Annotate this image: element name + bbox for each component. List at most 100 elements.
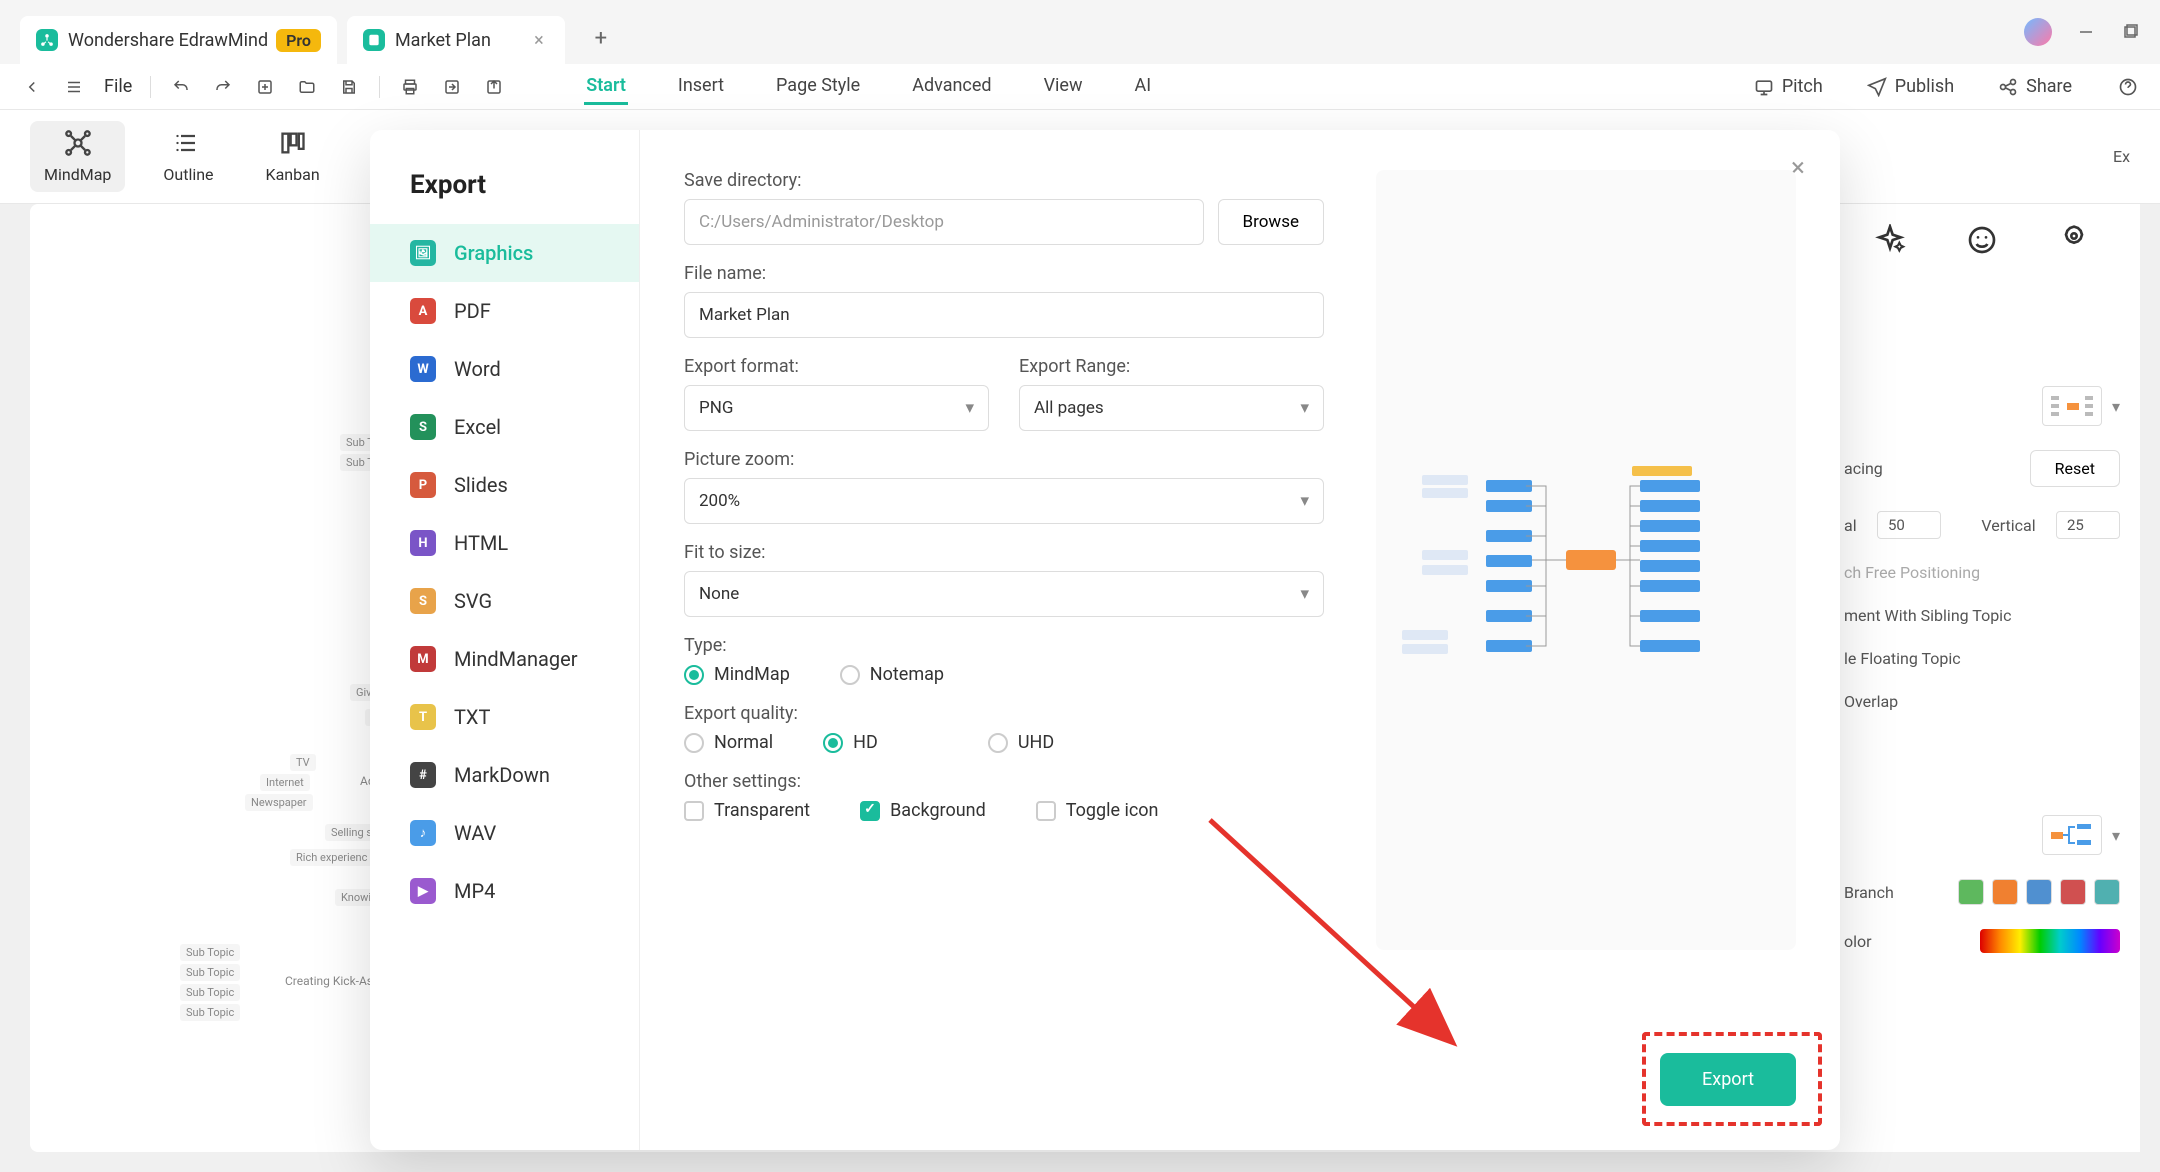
menu-ai[interactable]: AI [1132,69,1153,105]
format-item-svg[interactable]: SSVG [370,572,639,630]
spacing-label: acing [1844,459,1883,478]
format-item-word[interactable]: WWord [370,340,639,398]
document-tab[interactable]: Market Plan × [347,16,565,64]
export-range-select[interactable]: All pages [1019,385,1324,431]
bg-node: Sub Topic [180,1004,240,1021]
bg-node: Newspaper [245,794,313,811]
user-avatar[interactable] [2024,18,2052,46]
layout-thumbnail[interactable] [2042,386,2102,426]
sparkle-icon[interactable] [1874,224,1906,256]
file-menu[interactable]: File [104,76,132,97]
radio-quality-normal[interactable]: Normal [684,732,773,753]
viewmode-kanban[interactable]: Kanban [252,121,334,192]
export-quality-label: Export quality: [684,703,1324,724]
new-icon[interactable] [253,75,277,99]
share-button[interactable]: Share [1998,76,2072,97]
export-format-select[interactable]: PNG [684,385,989,431]
doc-tab-title: Market Plan [395,30,491,51]
format-label: WAV [454,821,496,845]
format-label: MindManager [454,647,578,671]
sibling-topic-label: ment With Sibling Topic [1844,606,2011,625]
browse-button[interactable]: Browse [1218,199,1324,245]
viewmode-outline[interactable]: Outline [149,121,227,192]
menu-page-style[interactable]: Page Style [774,69,862,105]
new-tab-button[interactable]: + [585,22,617,54]
app-tab-title: Wondershare EdrawMind [68,30,268,51]
menu-insert[interactable]: Insert [676,69,726,105]
menu-start[interactable]: Start [584,69,628,105]
vm-mindmap-label: MindMap [44,165,111,184]
bg-node: Rich experienc [290,849,373,866]
fit-to-size-select[interactable]: None [684,571,1324,617]
free-positioning-label: ch Free Positioning [1844,563,1980,582]
export-icon[interactable] [482,75,506,99]
help-icon[interactable] [2116,75,2140,99]
format-item-txt[interactable]: TTXT [370,688,639,746]
picture-zoom-select[interactable]: 200% [684,478,1324,524]
undo-icon[interactable] [169,75,193,99]
smiley-icon[interactable] [1966,224,1998,256]
bg-node: TV [290,754,316,771]
checkbox-background[interactable]: Background [860,800,986,821]
radio-type-notemap[interactable]: Notemap [840,664,944,685]
minimize-icon[interactable] [2076,22,2096,42]
save-directory-input[interactable] [684,199,1204,245]
pro-badge: Pro [276,29,321,52]
viewmode-mindmap[interactable]: MindMap [30,121,125,192]
checkbox-toggle-icon[interactable]: Toggle icon [1036,800,1159,821]
swatch[interactable] [1958,879,1984,905]
app-tab[interactable]: Wondershare EdrawMind Pro [20,16,337,64]
format-item-html[interactable]: HHTML [370,514,639,572]
horizontal-label: al [1844,516,1857,535]
save-icon[interactable] [337,75,361,99]
reset-button[interactable]: Reset [2030,450,2120,487]
swatch[interactable] [2026,879,2052,905]
hamburger-icon[interactable] [62,75,86,99]
vertical-spinbox[interactable]: 25 [2056,511,2120,539]
format-label: Graphics [454,241,533,265]
swatch[interactable] [2094,879,2120,905]
swatch[interactable] [1992,879,2018,905]
branch-style-thumbnail[interactable] [2042,815,2102,855]
format-item-excel[interactable]: SExcel [370,398,639,456]
radio-type-mindmap[interactable]: MindMap [684,664,790,685]
radio-quality-uhd[interactable]: UHD [988,732,1054,753]
menu-advanced[interactable]: Advanced [910,69,993,105]
export-preview [1376,170,1796,950]
chevron-down-icon[interactable]: ▾ [2112,397,2120,416]
chevron-down-icon[interactable]: ▾ [2112,826,2120,845]
share-icon[interactable] [440,75,464,99]
print-icon[interactable] [398,75,422,99]
bg-node: Sub Topic [180,944,240,961]
export-button[interactable]: Export [1660,1053,1796,1106]
dialog-title: Export [370,170,639,224]
gear-icon[interactable] [2058,224,2090,256]
format-item-mindmanager[interactable]: MMindManager [370,630,639,688]
rainbow-picker[interactable] [1980,929,2120,953]
bg-node: Sub Topic [180,984,240,1001]
bg-node: Internet [260,774,310,791]
maximize-icon[interactable] [2120,22,2140,42]
format-list: 🖼GraphicsAPDFWWordSExcelPSlidesHHTMLSSVG… [370,224,639,920]
format-item-mp4[interactable]: ▶MP4 [370,862,639,920]
right-panel: ▾ acing Reset al 50 Vertical 25 ch Free … [1824,204,2140,1152]
back-icon[interactable] [20,75,44,99]
format-item-slides[interactable]: PSlides [370,456,639,514]
checkbox-transparent[interactable]: Transparent [684,800,810,821]
publish-button[interactable]: Publish [1867,76,1954,97]
format-item-wav[interactable]: ♪WAV [370,804,639,862]
radio-quality-hd[interactable]: HD [823,732,878,753]
format-item-pdf[interactable]: APDF [370,282,639,340]
swatch[interactable] [2060,879,2086,905]
horizontal-spinbox[interactable]: 50 [1877,511,1941,539]
file-name-input[interactable] [684,292,1324,338]
open-icon[interactable] [295,75,319,99]
menu-view[interactable]: View [1042,69,1085,105]
format-icon: # [410,762,436,788]
format-item-markdown[interactable]: #MarkDown [370,746,639,804]
format-item-graphics[interactable]: 🖼Graphics [370,224,639,282]
redo-icon[interactable] [211,75,235,99]
pitch-button[interactable]: Pitch [1754,76,1823,97]
close-tab-icon[interactable]: × [529,30,549,50]
format-label: Excel [454,415,501,439]
